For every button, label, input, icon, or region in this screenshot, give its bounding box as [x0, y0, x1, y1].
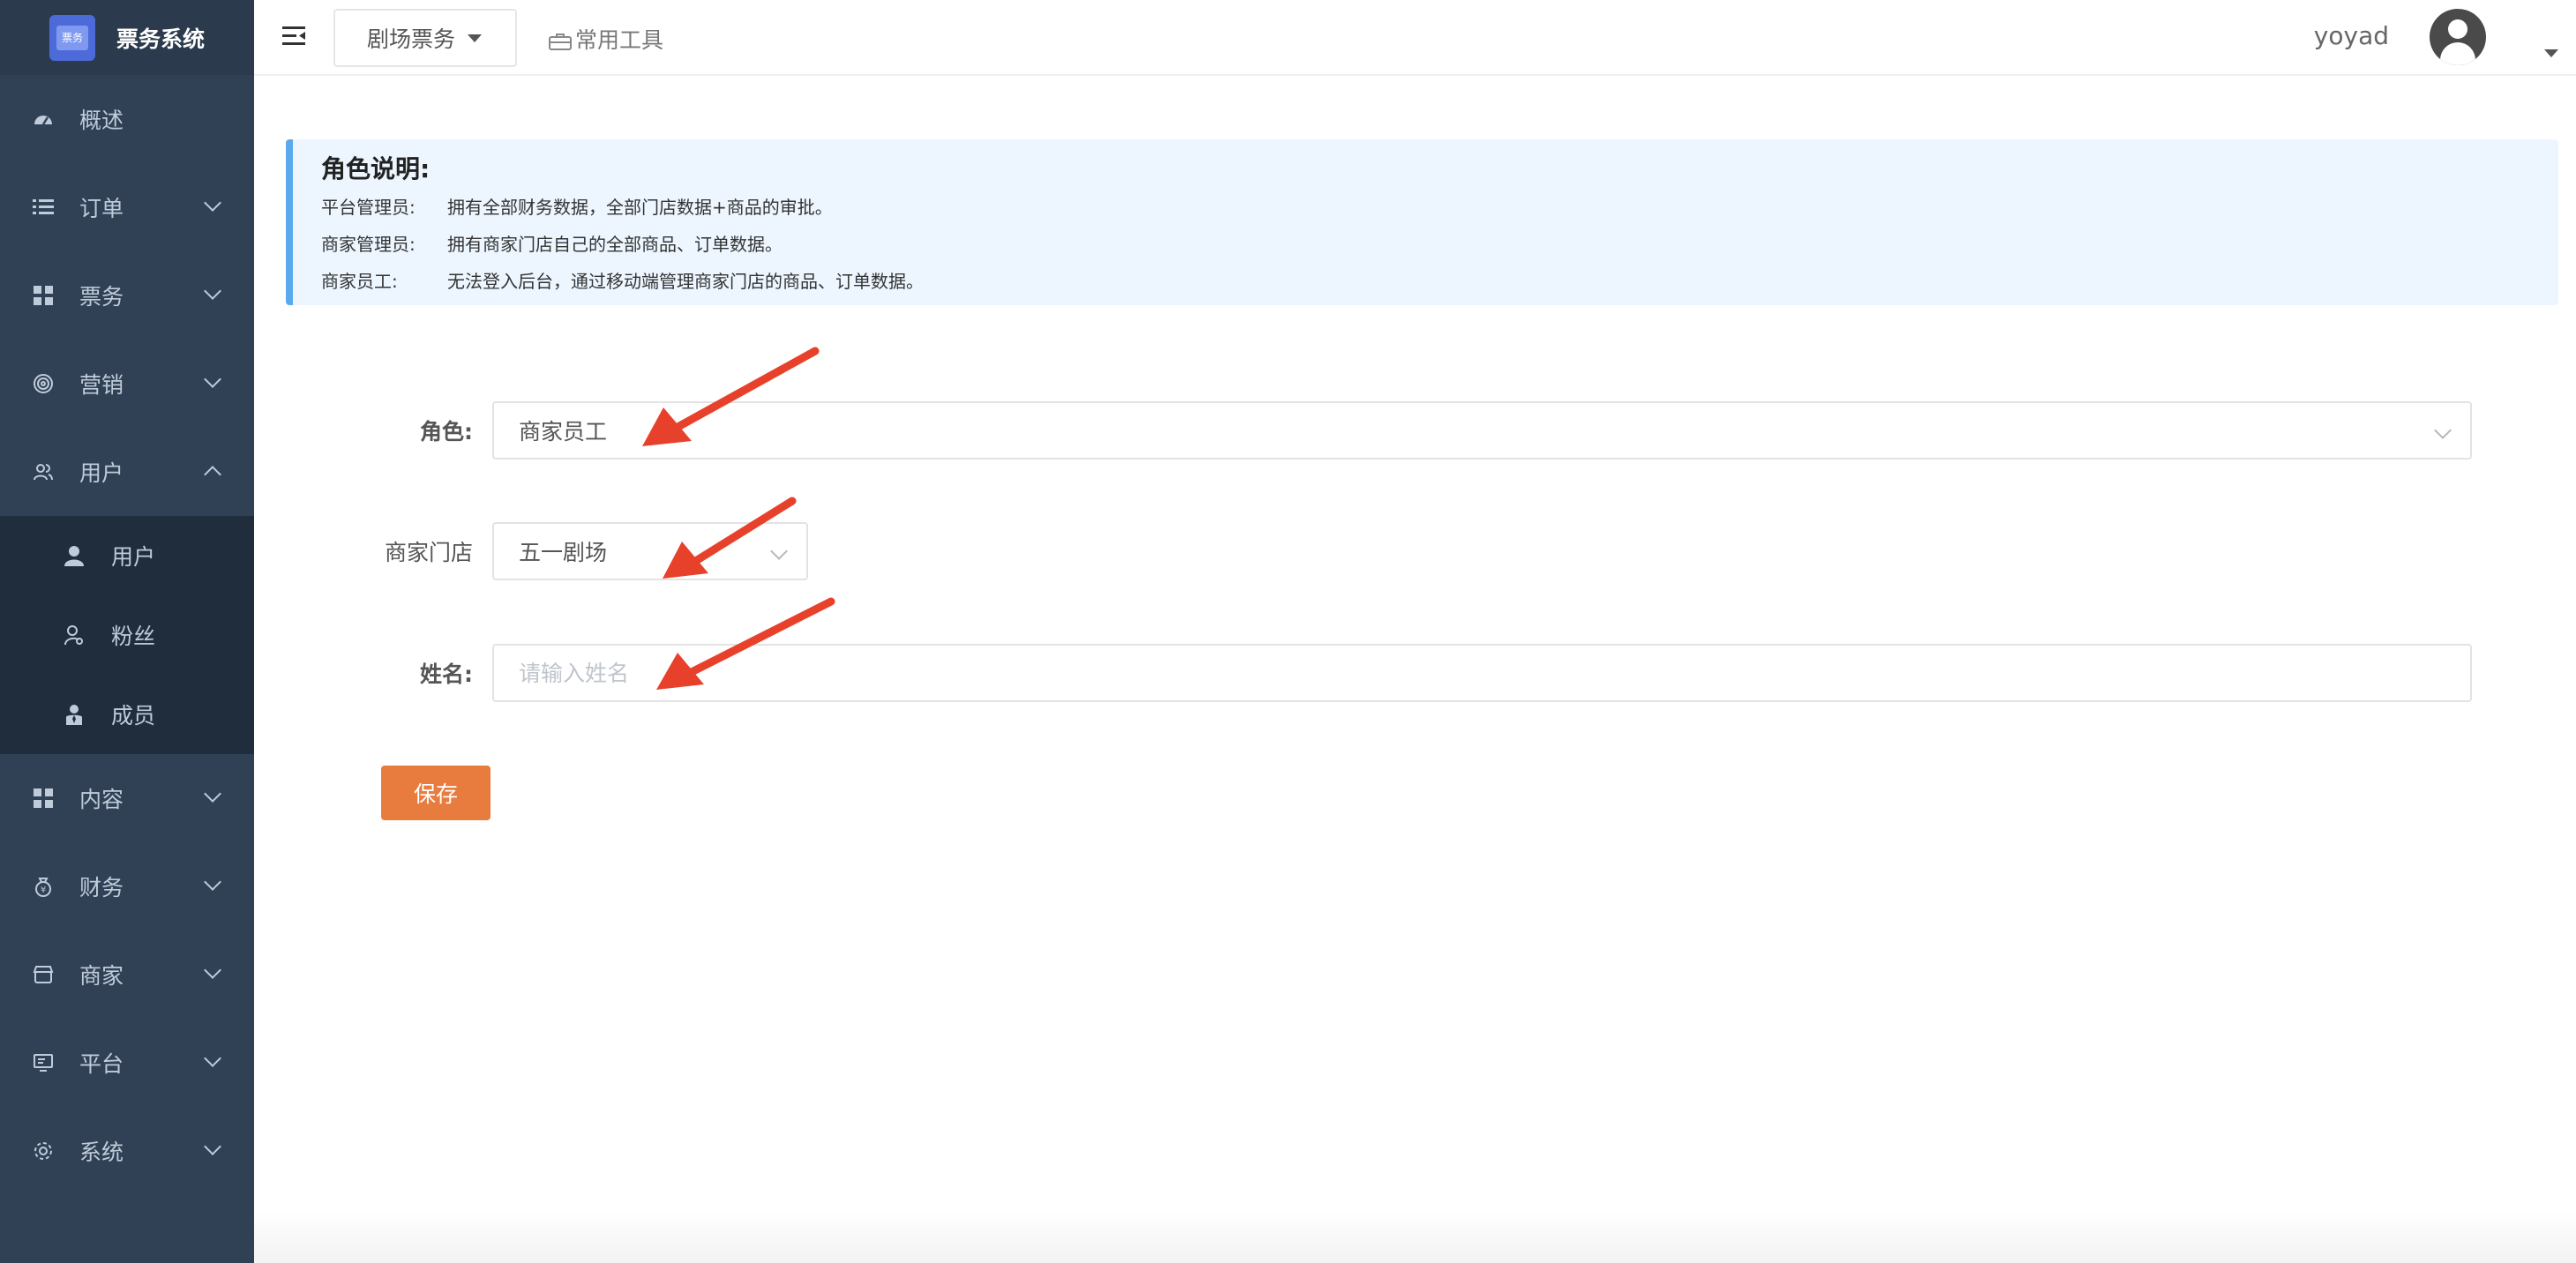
- annotation-arrow-icon: [642, 347, 820, 446]
- caret-down-icon: [468, 34, 483, 42]
- sidebar-subitem-members[interactable]: 成员: [0, 675, 254, 754]
- top-header: 剧场票务 常用工具 yoyad: [254, 0, 2576, 76]
- chevron-down-icon: [2434, 422, 2452, 439]
- role-label: 角色:: [420, 419, 473, 445]
- sidebar-item-content[interactable]: 内容: [0, 754, 254, 842]
- chevron-down-icon: [204, 1138, 221, 1155]
- sidebar: 票务 票务系统 概述 订单 票务 营销 用户 用户 粉丝 成员 内容 ¥ 财务 …: [0, 0, 254, 1263]
- save-button[interactable]: 保存: [381, 766, 490, 820]
- store-icon: [32, 963, 55, 986]
- sidebar-item-platform[interactable]: 平台: [0, 1019, 254, 1107]
- logo[interactable]: 票务 票务系统: [0, 0, 254, 75]
- name-row: 姓名:: [254, 644, 2472, 702]
- chevron-down-icon: [204, 873, 221, 891]
- common-tools-link[interactable]: 常用工具: [549, 23, 663, 55]
- notice-row: 商家员工: 无法登入后台，通过移动端管理商家门店的商品、订单数据。: [321, 271, 924, 292]
- fans-icon: [64, 624, 85, 646]
- staff-icon: [64, 704, 85, 725]
- menu-toggle-icon[interactable]: [281, 23, 307, 49]
- role-row: 角色: 商家员工: [254, 401, 2472, 460]
- sidebar-item-overview[interactable]: 概述: [0, 75, 254, 163]
- sidebar-item-tickets[interactable]: 票务: [0, 251, 254, 340]
- sidebar-subitem-user[interactable]: 用户: [0, 516, 254, 595]
- users-submenu: 用户 粉丝 成员: [0, 516, 254, 754]
- avatar[interactable]: [2430, 9, 2486, 65]
- main-content: 角色说明: 平台管理员: 拥有全部财务数据，全部门店数据+商品的审批。 商家管理…: [254, 78, 2576, 1263]
- sidebar-item-system[interactable]: 系统: [0, 1107, 254, 1195]
- toolbox-icon: [549, 30, 572, 50]
- chevron-down-icon: [204, 370, 221, 388]
- sidebar-item-orders[interactable]: 订单: [0, 163, 254, 251]
- logo-icon: 票务: [49, 14, 95, 61]
- sidebar-item-users[interactable]: 用户: [0, 428, 254, 516]
- annotation-arrow-icon: [663, 497, 797, 579]
- store-label: 商家门店: [384, 540, 473, 565]
- project-select[interactable]: 剧场票务: [333, 9, 517, 67]
- chevron-down-icon: [204, 1050, 221, 1067]
- user-name[interactable]: yoyad: [2314, 21, 2389, 50]
- notice-title: 角色说明:: [321, 154, 431, 183]
- sidebar-subitem-fans[interactable]: 粉丝: [0, 595, 254, 675]
- name-label: 姓名:: [420, 661, 473, 687]
- person-icon: [64, 545, 85, 566]
- notice-row: 商家管理员: 拥有商家门店自己的全部商品、订单数据。: [321, 234, 783, 255]
- money-bag-icon: ¥: [32, 875, 55, 898]
- sidebar-item-merchant[interactable]: 商家: [0, 930, 254, 1019]
- dashboard-icon: [32, 108, 55, 131]
- gear-icon: [32, 1140, 55, 1162]
- target-icon: [32, 372, 55, 395]
- sidebar-item-finance[interactable]: ¥ 财务: [0, 842, 254, 930]
- role-notice: 角色说明: 平台管理员: 拥有全部财务数据，全部门店数据+商品的审批。 商家管理…: [286, 139, 2558, 305]
- chevron-down-icon: [204, 194, 221, 212]
- chevron-up-icon: [204, 466, 221, 483]
- chevron-down-icon: [204, 785, 221, 803]
- list-icon: [32, 196, 55, 219]
- svg-text:¥: ¥: [41, 886, 46, 895]
- caret-down-icon[interactable]: [2544, 49, 2558, 57]
- grid-icon: [32, 787, 55, 810]
- notice-row: 平台管理员: 拥有全部财务数据，全部门店数据+商品的审批。: [321, 197, 833, 218]
- users-icon: [32, 460, 55, 483]
- monitor-icon: [32, 1051, 55, 1074]
- grid-icon: [32, 284, 55, 307]
- app-title: 票务系统: [116, 26, 206, 52]
- sidebar-item-marketing[interactable]: 营销: [0, 340, 254, 428]
- annotation-arrow-icon: [656, 597, 835, 690]
- chevron-down-icon: [204, 961, 221, 979]
- chevron-down-icon: [204, 282, 221, 300]
